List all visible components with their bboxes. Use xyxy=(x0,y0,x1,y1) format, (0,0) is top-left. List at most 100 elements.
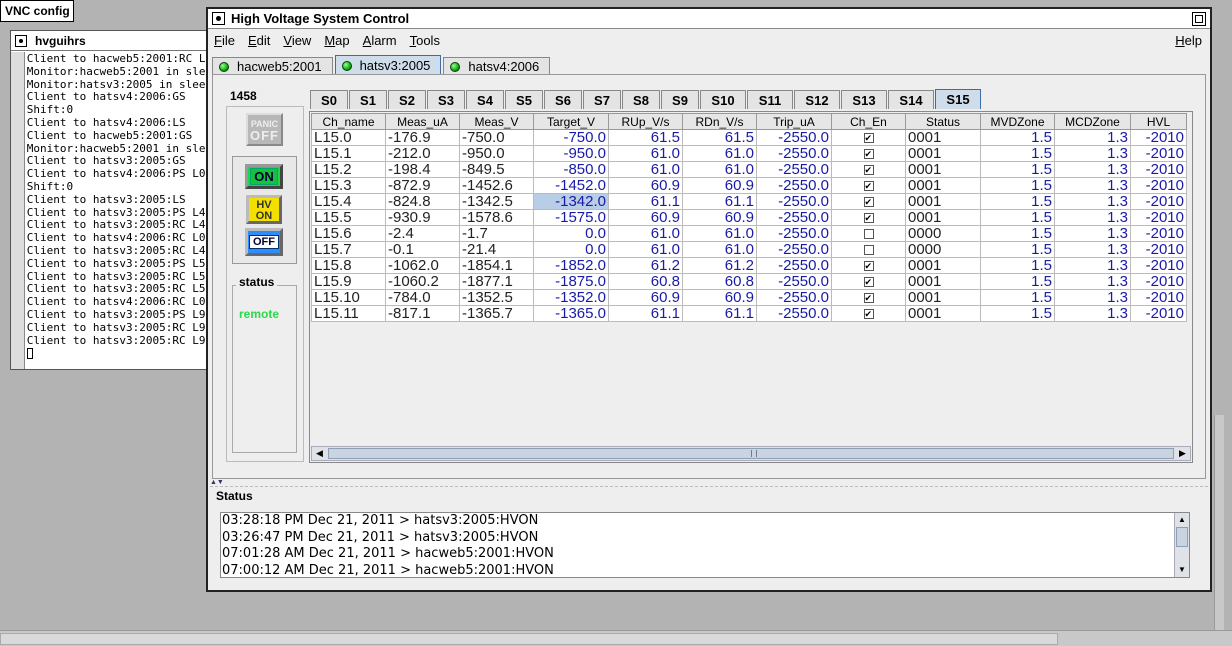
table-cell[interactable]: 0.0 xyxy=(533,241,609,258)
column-header[interactable]: Meas_V xyxy=(459,113,534,130)
connection-tab[interactable]: hatsv4:2006 xyxy=(443,57,551,75)
table-cell[interactable]: -2010 xyxy=(1130,305,1187,322)
table-cell[interactable]: L15.10 xyxy=(311,289,386,306)
column-header[interactable]: HVL xyxy=(1130,113,1187,130)
table-cell[interactable]: 61.1 xyxy=(608,305,683,322)
table-cell[interactable]: 61.0 xyxy=(682,225,757,242)
slot-tab-s13[interactable]: S13 xyxy=(841,90,887,109)
scroll-thumb[interactable] xyxy=(1176,527,1188,547)
table-cell[interactable]: 1.5 xyxy=(980,241,1055,258)
table-cell[interactable]: 61.1 xyxy=(682,305,757,322)
table-cell[interactable]: 1.5 xyxy=(980,209,1055,226)
channel-enable-checkbox[interactable] xyxy=(863,164,874,176)
table-row[interactable]: L15.1-212.0-950.0-950.061.061.0-2550.000… xyxy=(311,145,1187,162)
scroll-right-icon[interactable]: ▶ xyxy=(1175,447,1190,460)
table-cell[interactable] xyxy=(831,241,906,258)
slot-tab-s2[interactable]: S2 xyxy=(388,90,426,109)
table-row[interactable]: L15.0-176.9-750.0-750.061.561.5-2550.000… xyxy=(311,129,1187,146)
table-cell[interactable]: -750.0 xyxy=(533,129,609,146)
table-cell[interactable]: L15.2 xyxy=(311,161,386,178)
slot-tab-s5[interactable]: S5 xyxy=(505,90,543,109)
table-cell[interactable]: -1578.6 xyxy=(459,209,534,226)
table-cell[interactable]: 1.3 xyxy=(1054,289,1131,306)
slot-tab-s4[interactable]: S4 xyxy=(466,90,504,109)
table-cell[interactable]: -784.0 xyxy=(385,289,460,306)
channel-enable-checkbox[interactable] xyxy=(863,180,874,192)
table-cell[interactable]: 1.3 xyxy=(1054,177,1131,194)
table-cell[interactable]: -1365.7 xyxy=(459,305,534,322)
channel-enable-checkbox[interactable] xyxy=(863,212,874,224)
table-cell[interactable]: -2550.0 xyxy=(756,209,832,226)
table-cell[interactable]: 60.9 xyxy=(608,289,683,306)
table-cell[interactable] xyxy=(831,177,906,194)
table-cell[interactable]: -1342.5 xyxy=(459,193,534,210)
table-cell[interactable] xyxy=(831,129,906,146)
slot-tab-s11[interactable]: S11 xyxy=(747,90,793,109)
panic-off-button[interactable]: PANIC OFF xyxy=(246,113,283,146)
slot-tab-s0[interactable]: S0 xyxy=(310,90,348,109)
slot-tab-s1[interactable]: S1 xyxy=(349,90,387,109)
table-cell[interactable]: 0000 xyxy=(905,225,981,242)
table-cell[interactable]: -2010 xyxy=(1130,129,1187,146)
table-cell[interactable]: 1.5 xyxy=(980,257,1055,274)
on-button[interactable]: ON xyxy=(245,164,283,189)
table-cell[interactable]: 1.5 xyxy=(980,193,1055,210)
channel-enable-checkbox[interactable] xyxy=(863,276,874,288)
table-cell[interactable]: L15.6 xyxy=(311,225,386,242)
table-cell[interactable]: -2550.0 xyxy=(756,305,832,322)
table-cell[interactable] xyxy=(831,225,906,242)
table-cell[interactable]: -212.0 xyxy=(385,145,460,162)
table-cell[interactable]: 61.2 xyxy=(608,257,683,274)
table-cell[interactable]: -850.0 xyxy=(533,161,609,178)
table-row[interactable]: L15.11 -817.1 -1365.7 -1365.0 61.1 61.1 -2550.… xyxy=(311,305,1187,322)
table-cell[interactable]: -2550.0 xyxy=(756,129,832,146)
table-cell[interactable]: -21.4 xyxy=(459,241,534,258)
table-cell[interactable]: 0001 xyxy=(905,193,981,210)
table-cell[interactable]: 60.9 xyxy=(682,289,757,306)
table-cell[interactable]: -824.8 xyxy=(385,193,460,210)
table-cell[interactable]: 1.5 xyxy=(980,161,1055,178)
table-cell[interactable]: 61.0 xyxy=(682,161,757,178)
table-cell[interactable]: -2010 xyxy=(1130,177,1187,194)
table-cell[interactable]: -2.4 xyxy=(385,225,460,242)
table-cell[interactable]: -2550.0 xyxy=(756,257,832,274)
table-cell[interactable]: 1.3 xyxy=(1054,145,1131,162)
table-cell[interactable]: 61.0 xyxy=(608,225,683,242)
window-titlebar[interactable]: High Voltage System Control xyxy=(208,9,1210,29)
table-cell[interactable]: -1060.2 xyxy=(385,273,460,290)
connection-tab[interactable]: hacweb5:2001 xyxy=(212,57,333,75)
table-row[interactable]: L15.6 -2.4 -1.7 0.0 61.0 61.0 -2550.0 0000 1.5 1.… xyxy=(311,225,1187,242)
table-row[interactable]: L15.8 -1062.0 -1854.1 -1852.0 61.2 61.2 -2550.… xyxy=(311,257,1187,274)
table-cell[interactable]: 0001 xyxy=(905,161,981,178)
table-cell[interactable]: -198.4 xyxy=(385,161,460,178)
slot-tab-s3[interactable]: S3 xyxy=(427,90,465,109)
table-cell[interactable]: -1852.0 xyxy=(533,257,609,274)
table-cell[interactable]: -1342.0 xyxy=(533,193,609,210)
column-header[interactable]: Status xyxy=(905,113,981,130)
table-cell[interactable]: -1.7 xyxy=(459,225,534,242)
table-row[interactable]: L15.5 -930.9 -1578.6 -1575.0 60.9 60.9 -2550.0… xyxy=(311,209,1187,226)
table-cell[interactable]: -1877.1 xyxy=(459,273,534,290)
table-cell[interactable]: L15.11 xyxy=(311,305,386,322)
table-cell[interactable]: L15.8 xyxy=(311,257,386,274)
channel-enable-checkbox[interactable] xyxy=(863,132,874,144)
table-cell[interactable]: 61.0 xyxy=(682,241,757,258)
table-cell[interactable]: -872.9 xyxy=(385,177,460,194)
channel-enable-checkbox[interactable] xyxy=(863,196,874,208)
table-cell[interactable]: 1.5 xyxy=(980,289,1055,306)
table-cell[interactable] xyxy=(831,145,906,162)
table-row[interactable]: L15.4 -824.8 -1342.5 -1342.0 61.1 61.1 -2550.0… xyxy=(311,193,1187,210)
channel-enable-checkbox[interactable] xyxy=(863,260,874,272)
table-cell[interactable]: 60.9 xyxy=(682,209,757,226)
table-cell[interactable]: 61.5 xyxy=(608,129,683,146)
table-cell[interactable]: -2550.0 xyxy=(756,225,832,242)
column-header[interactable]: MCDZone xyxy=(1054,113,1131,130)
connection-tab[interactable]: hatsv3:2005 xyxy=(334,55,442,75)
table-cell[interactable]: 61.2 xyxy=(682,257,757,274)
table-cell[interactable]: -2550.0 xyxy=(756,289,832,306)
table-cell[interactable]: 1.3 xyxy=(1054,225,1131,242)
table-cell[interactable]: -2010 xyxy=(1130,145,1187,162)
scroll-thumb[interactable] xyxy=(328,448,1174,459)
table-cell[interactable]: -1854.1 xyxy=(459,257,534,274)
split-pane-divider[interactable]: ▲▼ xyxy=(210,479,1208,487)
